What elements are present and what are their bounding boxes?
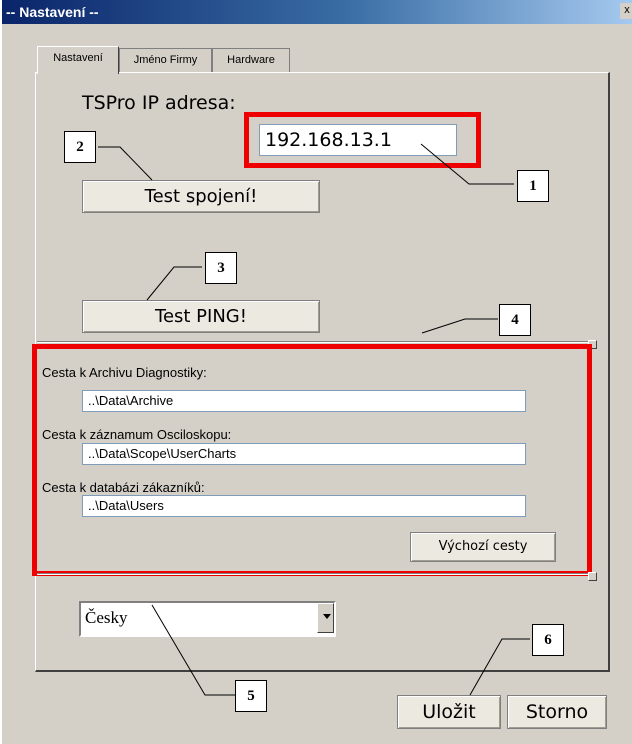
callout-1: 1 (517, 170, 549, 202)
callout-4: 4 (499, 304, 531, 336)
callout-3: 3 (205, 252, 237, 284)
callout-6: 6 (532, 624, 564, 656)
settings-window: -- Nastavení -- x Nastavení Jméno Firmy … (0, 0, 632, 744)
callout-2: 2 (64, 131, 96, 163)
callout-5: 5 (235, 680, 267, 712)
